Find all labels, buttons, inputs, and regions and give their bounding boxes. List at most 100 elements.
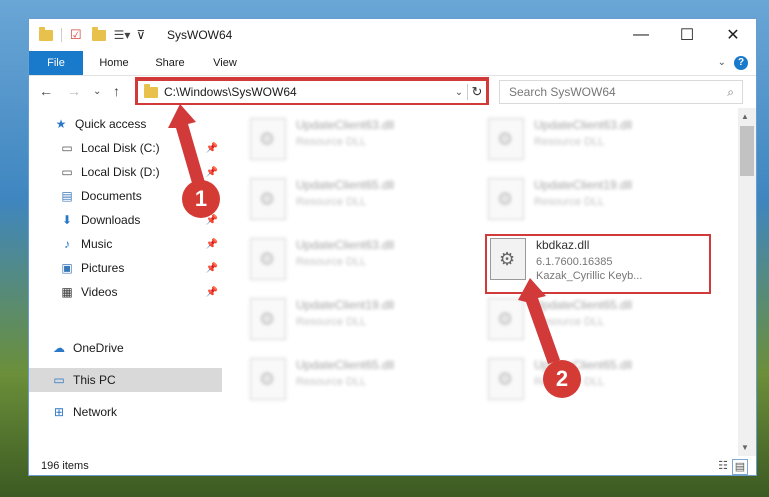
dll-file-icon: [488, 298, 524, 340]
file-item[interactable]: UpdateClient19.dll Resource DLL: [250, 298, 470, 352]
recent-locations-icon[interactable]: ⌄: [93, 86, 101, 97]
file-type: Resource DLL: [534, 136, 605, 148]
details-view-icon[interactable]: ☷: [716, 459, 730, 473]
minimize-button[interactable]: —: [618, 19, 664, 51]
cloud-icon: ☁: [53, 341, 65, 355]
file-type: Resource DLL: [296, 376, 367, 388]
customize-toolbar-icon[interactable]: ☰▾: [114, 28, 131, 42]
pin-icon[interactable]: 📌: [206, 287, 218, 298]
step-1-badge: 1: [182, 180, 220, 218]
file-item-kbdkaz[interactable]: kbdkaz.dll 6.1.7600.16385 Kazak_Cyrillic K…: [490, 238, 710, 292]
pin-icon[interactable]: 📌: [206, 239, 218, 250]
sidebar-item-label: Downloads: [81, 213, 141, 227]
sidebar-item-label: Local Disk (C:): [81, 141, 160, 155]
file-type: Resource DLL: [296, 196, 367, 208]
network-icon: ⊞: [53, 405, 65, 419]
sidebar-item-label: Pictures: [81, 261, 125, 275]
dll-file-icon: [488, 118, 524, 160]
file-item[interactable]: UpdateClient65.dllResource DLL: [488, 358, 708, 412]
up-button[interactable]: ↑: [113, 83, 120, 99]
step-2-badge: 2: [543, 360, 581, 398]
sidebar-item-label: Network: [73, 405, 118, 419]
file-name: UpdateClient63.dll: [534, 118, 633, 132]
sidebar-item-music[interactable]: ♪ Music 📌: [29, 232, 222, 256]
file-name: UpdateClient19.dll: [296, 298, 395, 312]
search-placeholder: Search SysWOW64: [509, 85, 616, 99]
window-title: SysWOW64: [167, 28, 233, 42]
file-type: Resource DLL: [296, 256, 367, 268]
dll-file-icon: [250, 238, 286, 280]
file-item[interactable]: UpdateClient63.dll Resource DLL: [250, 238, 470, 292]
sidebar-item-this-pc[interactable]: ▭ This PC: [29, 368, 222, 392]
expand-ribbon-icon[interactable]: ⌄: [718, 57, 726, 68]
computer-icon: ▭: [53, 373, 65, 387]
ribbon-tabs: File Home Share View ⌄ ?: [29, 51, 756, 76]
file-type: Resource DLL: [534, 316, 605, 328]
file-name: UpdateClient65.dll: [296, 358, 395, 372]
status-bar: 196 items ☷ ▤: [29, 456, 756, 475]
file-version: 6.1.7600.16385: [536, 256, 613, 268]
file-name: kbdkaz.dll: [536, 238, 590, 252]
help-icon[interactable]: ?: [734, 56, 748, 70]
dll-file-icon: [488, 358, 524, 400]
file-item[interactable]: UpdateClient65.dll Resource DLL: [488, 298, 708, 352]
drive-icon: ▭: [61, 141, 73, 155]
file-type: Resource DLL: [534, 196, 605, 208]
item-count: 196 items: [41, 460, 89, 472]
dll-file-icon: [488, 178, 524, 220]
search-input[interactable]: Search SysWOW64 ⌕: [499, 80, 743, 104]
pin-icon[interactable]: 📌: [206, 143, 218, 154]
scroll-thumb[interactable]: [740, 126, 754, 176]
pin-icon[interactable]: 📌: [206, 167, 218, 178]
dll-file-icon: [490, 238, 526, 280]
file-name: UpdateClient65.dll: [534, 298, 633, 312]
address-highlight-box: [135, 77, 489, 105]
download-icon: ⬇: [61, 213, 73, 227]
new-folder-icon[interactable]: [91, 26, 106, 41]
pictures-icon: ▣: [61, 261, 73, 275]
tiles-view-icon[interactable]: ▤: [732, 459, 748, 475]
dll-file-icon: [250, 118, 286, 160]
dll-file-icon: [250, 298, 286, 340]
file-item[interactable]: UpdateClient63.dll Resource DLL: [488, 118, 708, 172]
sidebar-item-label: This PC: [73, 373, 116, 387]
sidebar-item-local-disk-c[interactable]: ▭ Local Disk (C:) 📌: [29, 136, 222, 160]
sidebar-item-pictures[interactable]: ▣ Pictures 📌: [29, 256, 222, 280]
drive-icon: ▭: [61, 165, 73, 179]
sidebar-item-network[interactable]: ⊞ Network: [29, 400, 222, 424]
vertical-scrollbar[interactable]: ▲ ▼: [738, 108, 756, 456]
sidebar-item-quick-access[interactable]: ★ Quick access: [29, 112, 222, 136]
tab-file[interactable]: File: [29, 51, 83, 75]
sidebar-item-videos[interactable]: ▦ Videos 📌: [29, 280, 222, 304]
scroll-up-icon[interactable]: ▲: [741, 112, 749, 121]
dll-file-icon: [250, 178, 286, 220]
file-item[interactable]: UpdateClient65.dllResource DLL: [250, 178, 470, 232]
search-icon: ⌕: [727, 84, 734, 99]
folder-icon[interactable]: [39, 26, 53, 41]
properties-icon[interactable]: ☑: [70, 27, 82, 43]
sidebar-item-label: Videos: [81, 285, 118, 299]
back-button[interactable]: ←: [39, 83, 53, 99]
tab-view[interactable]: View: [205, 51, 245, 75]
file-item[interactable]: UpdateClient63.dll Resource DLL: [250, 118, 470, 172]
maximize-button[interactable]: ☐: [664, 19, 710, 51]
navigation-pane: ★ Quick access ▭ Local Disk (C:) 📌 ▭ Loc…: [29, 108, 222, 456]
tab-share[interactable]: Share: [147, 51, 193, 75]
sidebar-item-onedrive[interactable]: ☁ OneDrive: [29, 336, 222, 360]
toolbar-dropdown-icon[interactable]: ⊽: [136, 28, 145, 42]
sidebar-item-label: Documents: [81, 189, 142, 203]
tab-home[interactable]: Home: [91, 51, 137, 75]
sidebar-item-label: Music: [81, 237, 113, 251]
pin-icon[interactable]: 📌: [206, 263, 218, 274]
forward-button[interactable]: →: [67, 83, 81, 99]
file-item[interactable]: UpdateClient19.dll Resource DLL: [488, 178, 708, 232]
quick-access-toolbar: ☑ ☰▾ ⊽: [39, 26, 145, 43]
documents-icon: ▤: [61, 189, 73, 203]
file-name: UpdateClient63.dll: [296, 238, 395, 252]
sidebar-item-label: Quick access: [75, 117, 147, 131]
file-name: UpdateClient63.dll: [296, 118, 395, 132]
close-button[interactable]: ✕: [710, 19, 756, 51]
file-item[interactable]: UpdateClient65.dll Resource DLL: [250, 358, 470, 412]
scroll-down-icon[interactable]: ▼: [741, 443, 749, 452]
sidebar-item-label: OneDrive: [73, 341, 124, 355]
